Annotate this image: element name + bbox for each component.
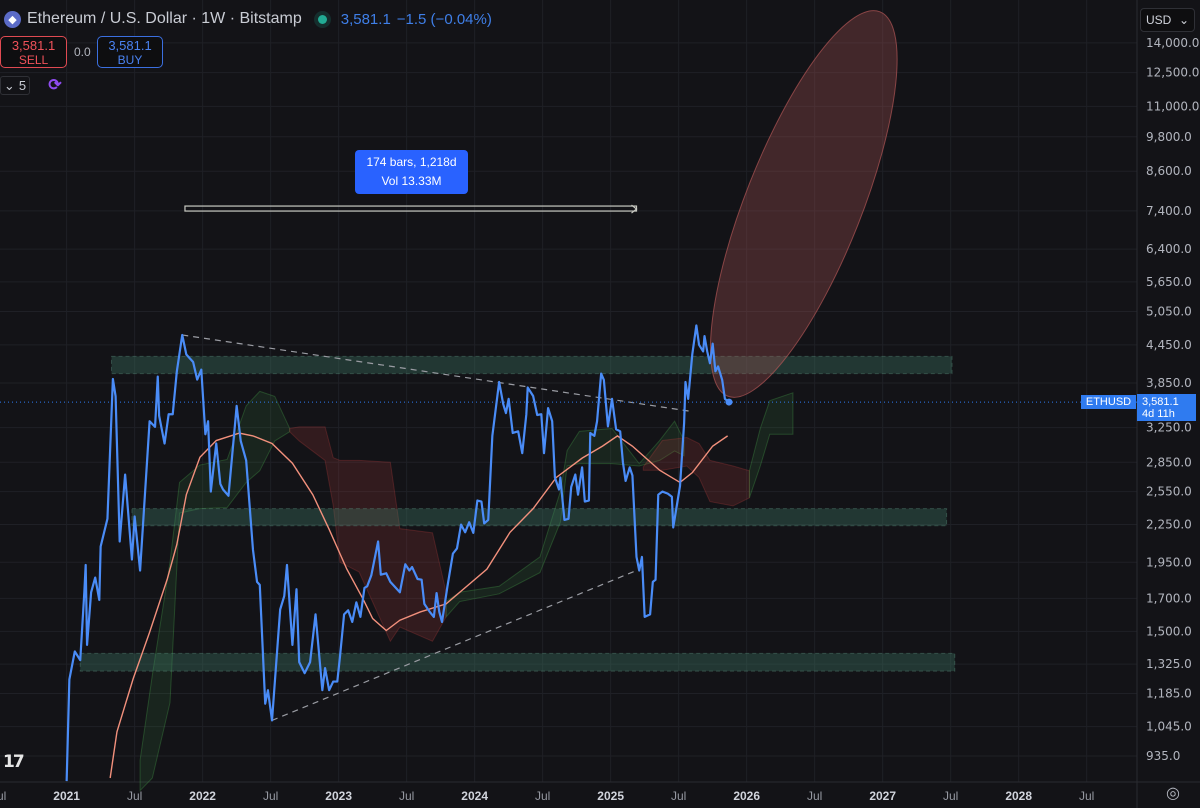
price-axis-label: 1,500.0 [1146,624,1192,638]
indicators-toggle[interactable]: ⌄ 5 [0,76,30,95]
sell-price: 3,581.1 [11,38,56,53]
price-axis-label: 935.0 [1146,749,1180,763]
price-chart[interactable]: 14,000.0 12,500.0 11,000.0 9,800.0 8,600.0 7,… [0,0,1200,808]
price-axis-label: 2,250.0 [1146,518,1192,532]
last-price-value: 3,581.1 [1142,396,1179,408]
price-axis-label: 11,000.0 [1146,99,1199,113]
time-axis-label: Jul [807,789,822,803]
price-axis-label: 6,400.0 [1146,242,1192,256]
time-axis-label: 2024 [461,789,488,803]
measure-volume: Vol 13.33M [381,174,442,188]
price-axis-label: 14,000.0 [1146,36,1199,50]
time-axis-label: Jul [943,789,958,803]
price-axis-label: 5,050.0 [1146,305,1192,319]
header-last-price: 3,581.1 [340,10,391,28]
time-axis-label: 2023 [325,789,352,803]
header-price-change: −1.5 (−0.04%) [396,10,492,28]
price-axis-label: 2,550.0 [1146,485,1192,499]
sell-label: SELL [18,53,49,67]
time-axis-label: Jul [0,789,6,803]
last-price-dot [725,398,733,406]
sync-icon[interactable]: ⟳ [47,78,63,94]
symbol-header: ◆ Ethereum / U.S. Dollar · 1W · Bitstamp… [4,10,492,28]
price-axis-label: 5,650.0 [1146,275,1192,289]
buy-label: BUY [117,53,143,67]
measure-tooltip: 174 bars, 1,218d Vol 13.33M [355,150,468,194]
currency-select[interactable]: USD ⌄ [1140,8,1195,32]
time-axis-label: 2026 [733,789,760,803]
chart-settings-icon[interactable]: ◎ [1162,783,1184,805]
price-axis-label: 1,185.0 [1146,687,1192,701]
buy-price: 3,581.1 [108,38,152,53]
price-axis-label: 3,850.0 [1146,376,1192,390]
bar-countdown: 4d 11h [1142,408,1175,420]
sell-button[interactable]: 3,581.1 SELL [0,36,67,68]
time-axis-label: 2028 [1005,789,1032,803]
last-price-tag: 3,581.1 4d 11h [1137,394,1196,421]
support-resistance-zone [131,508,948,527]
time-axis-label: Jul [671,789,686,803]
ichimoku-cloud-green [748,392,794,499]
time-axis-label: Jul [535,789,550,803]
tradingview-logo[interactable]: 17 [3,752,25,772]
support-resistance-zone [111,355,953,375]
market-status-icon [317,14,327,24]
time-axis-label: 2025 [597,789,624,803]
price-axis-label: 7,400.0 [1146,204,1192,218]
symbol-title[interactable]: Ethereum / U.S. Dollar · 1W · Bitstamp [27,10,302,28]
currency-label: USD [1146,13,1172,27]
time-axis-label: 2022 [189,789,216,803]
price-axis-label: 1,700.0 [1146,591,1192,605]
buy-button[interactable]: 3,581.1 BUY [97,36,163,68]
price-axis-label: 4,450.0 [1146,338,1192,352]
price-axis-label: 9,800.0 [1146,130,1192,144]
price-axis-label: 1,045.0 [1146,720,1192,734]
time-axis-label: Jul [1079,789,1094,803]
measure-range-bar [184,205,638,212]
price-axis-label: 8,600.0 [1146,164,1192,178]
ethereum-icon: ◆ [4,10,21,28]
indicator-count: 5 [18,78,27,93]
price-axis-label: 1,325.0 [1146,657,1192,671]
price-axis-label: 2,850.0 [1146,455,1192,469]
time-axis-label: Jul [263,789,278,803]
price-axis-label: 1,950.0 [1146,555,1192,569]
price-axis-label: 12,500.0 [1146,66,1199,80]
measure-bars: 174 bars, 1,218d [366,155,457,169]
price-axis-label: 3,250.0 [1146,421,1192,435]
symbol-price-tag: ETHUSD [1081,395,1136,409]
chevron-down-icon: ⌄ [1178,13,1189,27]
time-axis-label: 2027 [869,789,896,803]
support-resistance-zone [79,652,956,672]
time-axis-label: Jul [399,789,414,803]
trendline [271,569,637,721]
spread-value: 0.0 [74,45,91,59]
time-axis-label: 2021 [53,789,80,803]
chevron-down-icon: ⌄ [3,77,15,93]
